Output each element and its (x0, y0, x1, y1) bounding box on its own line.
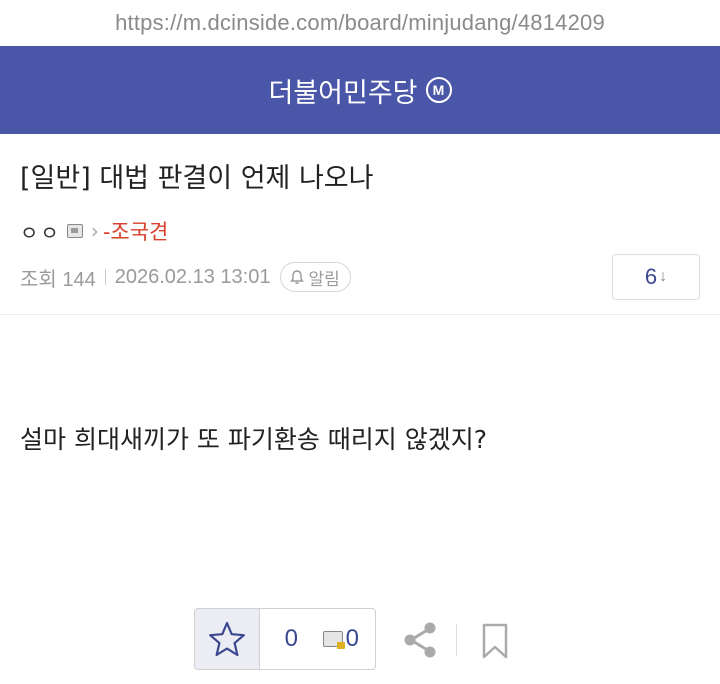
post-datetime: 2026.02.13 13:01 (114, 265, 271, 288)
star-icon (209, 621, 245, 657)
gonick-fix-icon (322, 631, 345, 649)
address-bar[interactable]: https://m.dcinside.com/board/minjudang/4… (0, 0, 720, 46)
recommend-button[interactable] (195, 609, 260, 669)
gallery-header: 더불어민주당 M (0, 46, 720, 134)
bookmark-icon[interactable] (478, 622, 512, 660)
post-meta: 조회 144 2026.02.13 13:01 알림 (20, 258, 351, 296)
comment-count-button[interactable]: 6 ↓ (612, 254, 700, 300)
arrow-down-icon: ↓ (659, 268, 668, 285)
gallery-title[interactable]: 더불어민주당 (268, 71, 417, 110)
author-nick[interactable]: ㅇㅇ (20, 217, 61, 246)
post-title: [일반] 대법 판결이 언제 나오나 (20, 163, 374, 194)
bell-icon (290, 270, 305, 284)
action-divider (456, 624, 457, 656)
meta-divider (104, 269, 106, 285)
url-text[interactable]: https://m.dcinside.com/board/minjudang/4… (115, 10, 605, 36)
alarm-button[interactable]: 알림 (280, 262, 351, 292)
recommend-count: 0 (284, 625, 298, 652)
alarm-label: 알림 (308, 269, 340, 289)
fixed-recommend-count: 0 (345, 625, 359, 652)
author-row: ㅇㅇ › -조국견 (20, 216, 168, 246)
fixed-recommend[interactable]: 0 (322, 609, 375, 669)
comment-count: 6 (644, 264, 658, 289)
author-flair: -조국견 (102, 220, 169, 244)
share-icon[interactable] (400, 620, 440, 660)
post-body: 설마 희대새끼가 또 파기환송 때리지 않겠지? (20, 425, 488, 454)
view-count: 조회 144 (20, 268, 96, 291)
recommend-box: 0 0 (194, 608, 376, 670)
minor-gallery-badge-icon: M (425, 77, 452, 103)
content-divider (0, 314, 720, 315)
gonick-icon (66, 224, 83, 238)
chevron-right-icon: › (90, 219, 99, 243)
